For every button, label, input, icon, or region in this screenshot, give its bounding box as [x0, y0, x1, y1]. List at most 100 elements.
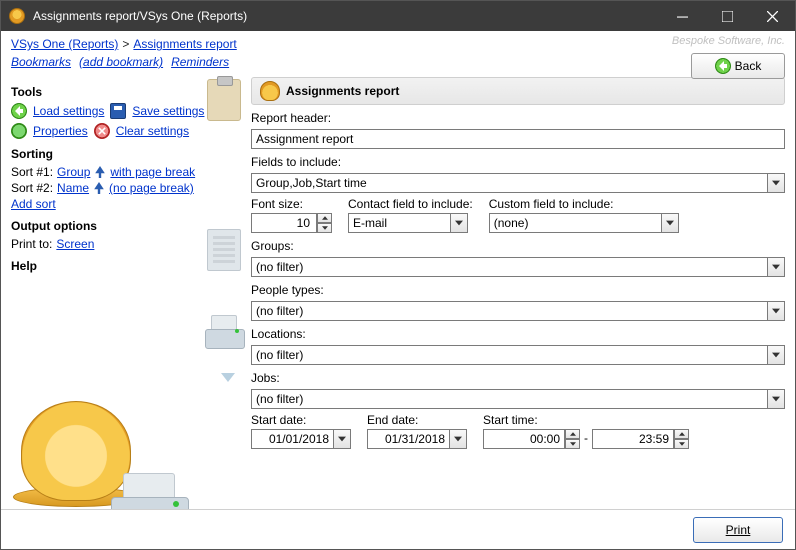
custom-field-combo[interactable]	[489, 213, 679, 233]
help-chevron-icon[interactable]	[221, 373, 235, 382]
font-size-label: Font size:	[251, 197, 332, 211]
properties-link[interactable]: Properties	[33, 124, 88, 138]
people-types-combo[interactable]	[251, 301, 785, 321]
sort1-field-link[interactable]: Group	[57, 165, 90, 179]
content-panel: Assignments report Report header: Fields…	[247, 73, 795, 549]
start-time-from-up[interactable]	[565, 429, 580, 439]
brand-label: Bespoke Software, Inc.	[672, 35, 785, 47]
fields-to-include-label: Fields to include:	[251, 155, 785, 169]
help-header: Help	[11, 259, 237, 273]
fields-to-include-combo[interactable]	[251, 173, 785, 193]
bookmarks-link[interactable]: Bookmarks	[11, 55, 71, 69]
start-date-input[interactable]	[251, 429, 333, 449]
sort1-label: Sort #1:	[11, 165, 53, 179]
contact-dropdown-button[interactable]	[450, 213, 468, 233]
fields-dropdown-button[interactable]	[767, 173, 785, 193]
add-bookmark-link[interactable]: (add bookmark)	[79, 55, 163, 69]
contact-field-label: Contact field to include:	[348, 197, 473, 211]
locations-label: Locations:	[251, 327, 785, 341]
start-date-label: Start date:	[251, 413, 351, 427]
start-date-dropdown-button[interactable]	[333, 429, 351, 449]
fields-to-include-input[interactable]	[251, 173, 767, 193]
sort2-label: Sort #2:	[11, 181, 53, 195]
minimize-button[interactable]	[660, 1, 705, 31]
app-icon	[9, 8, 25, 24]
start-time-from-input[interactable]	[483, 429, 565, 449]
section-title: Assignments report	[286, 84, 399, 98]
report-header-label: Report header:	[251, 111, 785, 125]
font-size-spinner[interactable]	[251, 213, 332, 233]
reminders-link[interactable]: Reminders	[171, 55, 229, 69]
groups-label: Groups:	[251, 239, 785, 253]
print-button[interactable]: Print	[693, 517, 783, 543]
window-controls	[660, 1, 795, 31]
start-time-to-spinner[interactable]	[592, 429, 689, 449]
clear-settings-link[interactable]: Clear settings	[116, 124, 189, 138]
load-settings-icon	[11, 103, 27, 119]
font-size-input[interactable]	[251, 213, 317, 233]
start-time-label: Start time:	[483, 413, 689, 427]
add-sort-link[interactable]: Add sort	[11, 197, 56, 211]
breadcrumb-parent[interactable]: VSys One (Reports)	[11, 37, 118, 51]
start-time-from-down[interactable]	[565, 439, 580, 449]
save-settings-link[interactable]: Save settings	[132, 104, 204, 118]
jobs-dropdown-button[interactable]	[767, 389, 785, 409]
jobs-combo[interactable]	[251, 389, 785, 409]
helmet-icon	[260, 81, 280, 101]
output-options-header: Output options	[11, 219, 237, 233]
contact-field-combo[interactable]	[348, 213, 468, 233]
locations-combo[interactable]	[251, 345, 785, 365]
load-settings-link[interactable]: Load settings	[33, 104, 104, 118]
start-time-from-spinner[interactable]	[483, 429, 580, 449]
section-header: Assignments report	[251, 77, 785, 105]
groups-input[interactable]	[251, 257, 767, 277]
end-date-dropdown-button[interactable]	[449, 429, 467, 449]
report-header-input[interactable]	[251, 129, 785, 149]
sort1-pagebreak-link[interactable]: with page break	[110, 165, 195, 179]
back-button[interactable]: Back	[691, 53, 785, 79]
title-bar: Assignments report/VSys One (Reports)	[1, 1, 795, 31]
people-dropdown-button[interactable]	[767, 301, 785, 321]
sort2-direction-icon[interactable]	[93, 182, 105, 194]
custom-field-label: Custom field to include:	[489, 197, 679, 211]
save-settings-icon	[110, 103, 126, 119]
custom-field-input[interactable]	[489, 213, 661, 233]
font-size-up[interactable]	[317, 213, 332, 223]
properties-icon	[11, 123, 27, 139]
groups-combo[interactable]	[251, 257, 785, 277]
clear-settings-icon	[94, 123, 110, 139]
time-range-separator: -	[584, 431, 588, 447]
font-size-down[interactable]	[317, 223, 332, 233]
bookmark-toolbar: Bookmarks (add bookmark) Reminders	[1, 51, 795, 73]
start-date-combo[interactable]	[251, 429, 351, 449]
sort-row-1: Sort #1: Group with page break	[11, 165, 237, 179]
locations-input[interactable]	[251, 345, 767, 365]
end-date-input[interactable]	[367, 429, 449, 449]
start-time-to-up[interactable]	[674, 429, 689, 439]
end-date-combo[interactable]	[367, 429, 467, 449]
printer-icon	[205, 315, 245, 349]
breadcrumb-current[interactable]: Assignments report	[133, 37, 236, 51]
start-time-to-down[interactable]	[674, 439, 689, 449]
jobs-input[interactable]	[251, 389, 767, 409]
sorting-header: Sorting	[11, 147, 237, 161]
breadcrumb-separator: >	[122, 37, 129, 51]
tools-header: Tools	[11, 85, 237, 99]
sort1-direction-icon[interactable]	[94, 166, 106, 178]
print-to-label: Print to:	[11, 237, 52, 251]
document-icon	[207, 229, 241, 271]
jobs-label: Jobs:	[251, 371, 785, 385]
groups-dropdown-button[interactable]	[767, 257, 785, 277]
locations-dropdown-button[interactable]	[767, 345, 785, 365]
back-arrow-icon	[715, 58, 731, 74]
maximize-button[interactable]	[705, 1, 750, 31]
sort-row-2: Sort #2: Name (no page break)	[11, 181, 237, 195]
custom-dropdown-button[interactable]	[661, 213, 679, 233]
print-to-value-link[interactable]: Screen	[56, 237, 94, 251]
start-time-to-input[interactable]	[592, 429, 674, 449]
sort2-pagebreak-link[interactable]: (no page break)	[109, 181, 194, 195]
sort2-field-link[interactable]: Name	[57, 181, 89, 195]
contact-field-input[interactable]	[348, 213, 450, 233]
close-button[interactable]	[750, 1, 795, 31]
people-types-input[interactable]	[251, 301, 767, 321]
